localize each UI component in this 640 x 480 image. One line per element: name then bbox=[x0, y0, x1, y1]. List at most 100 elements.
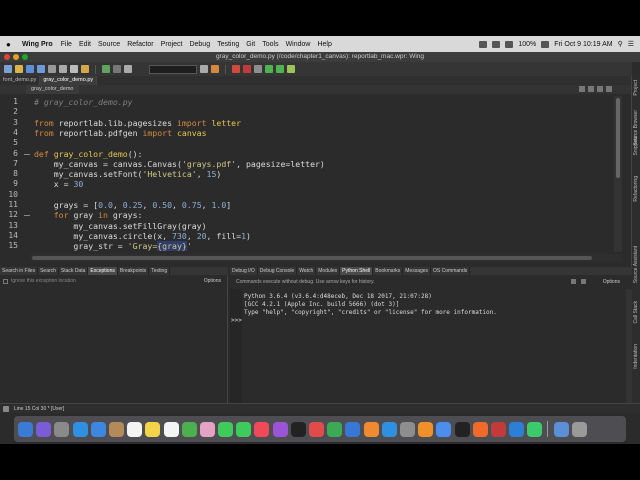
keynote-icon[interactable] bbox=[345, 421, 361, 437]
menu-git[interactable]: Git bbox=[246, 41, 255, 48]
menu-debug[interactable]: Debug bbox=[189, 41, 210, 48]
tab-debug-console[interactable]: Debug Console bbox=[258, 267, 298, 275]
pause-icon[interactable] bbox=[254, 65, 262, 73]
minimize-window-icon[interactable] bbox=[13, 54, 19, 60]
toolbar-search-input[interactable] bbox=[149, 64, 197, 74]
finder-icon[interactable] bbox=[18, 421, 33, 437]
code-line[interactable]: 13 my_canvas.setFillGray(gray) bbox=[0, 221, 622, 231]
ignore-exception-checkbox[interactable] bbox=[3, 278, 8, 284]
menu-help[interactable]: Help bbox=[317, 41, 331, 48]
tab-modules[interactable]: Modules bbox=[316, 267, 341, 275]
menu-project[interactable]: Project bbox=[161, 41, 183, 48]
undo-icon[interactable] bbox=[102, 65, 110, 73]
code-line[interactable]: 8 my_canvas.setFont('Helvetica', 15) bbox=[0, 169, 622, 179]
tool-tab-refactoring[interactable]: Refactoring bbox=[633, 176, 640, 202]
reminders-icon[interactable] bbox=[163, 421, 179, 437]
open-file-icon[interactable] bbox=[15, 65, 23, 73]
pages-icon[interactable] bbox=[363, 421, 379, 437]
find-icon[interactable] bbox=[200, 65, 208, 73]
system-preferences-icon[interactable] bbox=[399, 421, 415, 437]
shell-output[interactable]: Python 3.6.4 (v3.6.4:d48eceb, Dec 18 201… bbox=[244, 293, 497, 317]
calendar-icon[interactable] bbox=[127, 421, 143, 437]
fold-marker-icon[interactable] bbox=[24, 153, 30, 155]
code-line[interactable]: 10 bbox=[0, 190, 622, 200]
code-line[interactable]: 15 gray_str = 'Gray={gray}' bbox=[0, 241, 622, 252]
tab-search[interactable]: Search bbox=[38, 267, 59, 275]
tool-tab-call-stack[interactable]: Call Stack bbox=[633, 301, 640, 324]
code-text[interactable]: def gray_color_demo(): bbox=[34, 149, 142, 159]
shell-settings-icon[interactable] bbox=[571, 279, 576, 284]
code-line[interactable]: 6 def gray_color_demo(): bbox=[0, 149, 622, 159]
code-text[interactable]: for gray in grays: bbox=[34, 210, 143, 220]
vscode-icon[interactable] bbox=[509, 421, 525, 437]
tool-tab-indentation[interactable]: Indentation bbox=[633, 344, 640, 369]
fold-marker-icon[interactable] bbox=[24, 215, 30, 217]
tab-search-in-files[interactable]: Search in Files bbox=[0, 267, 39, 275]
sublime-icon[interactable] bbox=[418, 421, 434, 437]
shell-options-button[interactable]: Options bbox=[603, 279, 620, 285]
code-editor[interactable]: 1 # gray_color_demo.py 2 3 from reportlab.li… bbox=[0, 94, 622, 254]
save-all-icon[interactable] bbox=[37, 65, 45, 73]
launchpad-icon[interactable] bbox=[54, 421, 70, 437]
app-store-icon[interactable] bbox=[381, 421, 397, 437]
redo-icon[interactable] bbox=[113, 65, 121, 73]
stop-icon[interactable] bbox=[232, 65, 240, 73]
tool-tab-source-browser[interactable]: Source Browser bbox=[633, 110, 640, 146]
chrome-icon[interactable] bbox=[436, 421, 452, 437]
wing-icon[interactable] bbox=[490, 421, 506, 437]
code-line[interactable]: 5 bbox=[0, 138, 622, 148]
siri-icon[interactable] bbox=[36, 421, 52, 437]
step-over-icon[interactable] bbox=[276, 65, 284, 73]
cut-icon[interactable] bbox=[59, 65, 67, 73]
battery-icon[interactable] bbox=[541, 40, 550, 48]
music-icon[interactable] bbox=[254, 421, 270, 437]
print-icon[interactable] bbox=[48, 65, 56, 73]
code-text[interactable]: my_canvas.setFont('Helvetica', 15) bbox=[34, 169, 222, 179]
trash-icon[interactable] bbox=[571, 421, 587, 437]
save-icon[interactable] bbox=[26, 65, 34, 73]
spotlight-icon[interactable]: ⚲ bbox=[618, 40, 623, 48]
code-line[interactable]: 7 my_canvas = canvas.Canvas('grays.pdf',… bbox=[0, 159, 622, 169]
code-text[interactable]: from reportlab.pdfgen import canvas bbox=[34, 128, 207, 138]
breakpoint-icon[interactable] bbox=[243, 65, 251, 73]
control-center-icon[interactable]: ☰ bbox=[628, 40, 634, 48]
tab-breakpoints[interactable]: Breakpoints bbox=[118, 267, 150, 275]
nav-back-icon[interactable] bbox=[579, 86, 585, 92]
messages-icon[interactable] bbox=[218, 421, 234, 437]
menu-edit[interactable]: Edit bbox=[79, 41, 91, 48]
menu-source[interactable]: Source bbox=[98, 41, 120, 48]
split-editor-icon[interactable] bbox=[597, 86, 603, 92]
mail-icon[interactable] bbox=[90, 421, 106, 437]
editor-vertical-scrollbar[interactable] bbox=[614, 96, 622, 252]
code-line[interactable]: 14 my_canvas.circle(x, 730, 20, fill=1) bbox=[0, 231, 622, 241]
paste-icon[interactable] bbox=[81, 65, 89, 73]
code-line[interactable]: 3 from reportlab.lib.pagesizes import let… bbox=[0, 118, 622, 128]
code-line[interactable]: 1 # gray_color_demo.py bbox=[0, 97, 622, 107]
editor-horizontal-scrollbar[interactable] bbox=[30, 254, 622, 262]
code-text[interactable]: gray_str = 'Gray={gray}' bbox=[34, 241, 192, 252]
code-line[interactable]: 2 bbox=[0, 107, 622, 117]
status-tray-icon[interactable] bbox=[492, 40, 501, 48]
podcasts-icon[interactable] bbox=[272, 421, 288, 437]
code-line[interactable]: 12 for gray in grays: bbox=[0, 210, 622, 220]
menu-file[interactable]: File bbox=[61, 41, 72, 48]
menubar-clock[interactable]: Fri Oct 9 10:19 AM bbox=[554, 41, 612, 48]
status-icon[interactable] bbox=[3, 406, 9, 412]
editor-menu-icon[interactable] bbox=[606, 86, 612, 92]
tab-debug-io[interactable]: Debug I/O bbox=[230, 267, 258, 275]
news-icon[interactable] bbox=[309, 421, 324, 437]
safari-icon[interactable] bbox=[72, 421, 88, 437]
menu-tools[interactable]: Tools bbox=[262, 41, 278, 48]
photos-icon[interactable] bbox=[199, 421, 215, 437]
tab-messages[interactable]: Messages bbox=[403, 267, 432, 275]
debug-settings-icon[interactable] bbox=[211, 65, 219, 73]
firefox-icon[interactable] bbox=[472, 421, 488, 437]
tool-tab-source-assistant[interactable]: Source Assistant bbox=[633, 246, 640, 283]
contacts-icon[interactable] bbox=[108, 421, 124, 437]
indent-icon[interactable] bbox=[124, 65, 132, 73]
scroll-thumb[interactable] bbox=[32, 256, 592, 260]
downloads-icon[interactable] bbox=[553, 421, 569, 437]
file-tab-active[interactable]: gray_color_demo.py bbox=[40, 76, 98, 85]
tool-tab-project[interactable]: Project bbox=[633, 80, 640, 96]
apple-icon[interactable]: ● bbox=[6, 40, 16, 49]
